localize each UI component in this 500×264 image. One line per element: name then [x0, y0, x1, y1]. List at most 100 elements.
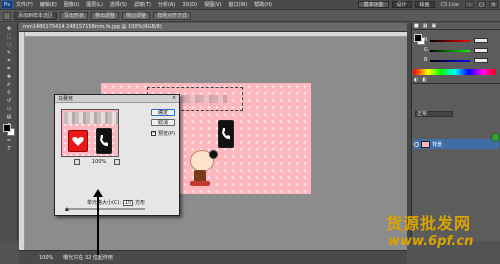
status-bar: 100% 曝光只在 32 位起作用 — [19, 250, 407, 264]
lasso-tool-icon[interactable]: ◌ — [1, 41, 17, 48]
quick-select-tool-icon[interactable]: ✎ — [1, 49, 17, 56]
masks-tab[interactable]: ◧ — [422, 77, 427, 83]
red-label: R — [424, 37, 428, 43]
cell-size-slider-thumb[interactable] — [65, 207, 69, 211]
color-panel-fg-chip[interactable] — [414, 34, 422, 42]
preview-zoom-level: 100% — [92, 159, 107, 165]
history-brush-tool-icon[interactable]: ↺ — [1, 97, 17, 104]
options-bar: 添加到样本选区 写出形状 移出调整 侧边调整 样例对齐方式 — [0, 10, 500, 22]
preview-mosaic-strip — [64, 112, 118, 124]
color-panel-header[interactable]: ■ ▦ ▣ — [412, 23, 500, 30]
tool-preset-icon[interactable] — [3, 11, 11, 20]
red-value-field[interactable] — [474, 38, 488, 43]
adjustments-panel — [412, 84, 500, 100]
dialog-close-button[interactable]: × — [170, 95, 178, 102]
menu-bar: Ps 文件(F) 编辑(E) 图像(I) 图层(L) 选择(S) 滤镜(T) 分… — [0, 0, 500, 10]
preview-checkbox-row[interactable]: 预览(P) — [151, 130, 175, 137]
status-info: 曝光只在 32 位起作用 — [63, 255, 113, 261]
adjustments-tab[interactable]: ◐ — [414, 77, 418, 83]
phone-card-image — [218, 120, 234, 148]
zoom-out-button[interactable] — [74, 159, 80, 165]
gradient-tool-icon[interactable]: ▤ — [1, 113, 17, 120]
option-button-3[interactable]: 侧边调整 — [122, 11, 151, 20]
preview-checkbox-label: 预览(P) — [158, 131, 175, 137]
ok-button[interactable]: 确定 — [151, 109, 175, 116]
cell-size-label: 单元格大小(C): — [87, 200, 122, 206]
close-window-button[interactable]: × — [489, 1, 498, 8]
dialog-title: 马赛克 — [55, 95, 179, 103]
color-spectrum[interactable] — [414, 69, 496, 75]
zoom-in-button[interactable] — [114, 159, 120, 165]
brush-tool-icon[interactable]: ✐ — [1, 81, 17, 88]
cartoon-speech-bubble — [209, 150, 218, 159]
phone-icon — [222, 128, 230, 140]
green-value-field[interactable] — [474, 48, 488, 53]
option-button-1[interactable]: 写出形状 — [60, 11, 89, 20]
cell-size-unit: 方形 — [135, 200, 146, 206]
marquee-tool-icon[interactable]: ⬚ — [1, 33, 17, 40]
workspace-essentials-button[interactable]: 基本功能 — [358, 1, 389, 8]
cell-size-slider[interactable] — [65, 208, 145, 210]
adjustments-panel-header[interactable]: ◐ ◧ — [412, 77, 500, 84]
menu-edit[interactable]: 编辑(E) — [40, 1, 57, 8]
cartoon-character-feet — [190, 181, 210, 186]
cell-size-row: 单元格大小(C): 10 方形 — [87, 199, 145, 206]
status-zoom[interactable]: 100% — [39, 255, 53, 261]
pen-tool-icon[interactable]: ✑ — [1, 137, 17, 144]
menu-layer[interactable]: 图层(L) — [86, 1, 103, 8]
type-tool-icon[interactable]: T — [1, 145, 17, 152]
visibility-eye-icon[interactable] — [414, 141, 419, 147]
menu-help[interactable]: 帮助(H) — [254, 1, 272, 8]
option-button-2[interactable]: 移出调整 — [91, 11, 120, 20]
foreground-color-swatch[interactable] — [3, 124, 11, 132]
blue-slider[interactable] — [430, 60, 470, 62]
option-button-4[interactable]: 样例对齐方式 — [153, 11, 192, 20]
green-label: G — [424, 47, 428, 53]
eraser-tool-icon[interactable]: ▭ — [1, 105, 17, 112]
photoshop-logo: Ps — [1, 0, 13, 9]
blue-label: B — [424, 57, 428, 63]
menu-select[interactable]: 选择(S) — [110, 1, 127, 8]
menu-3d[interactable]: 3D(D) — [182, 2, 197, 8]
eyedropper-tool-icon[interactable]: ✒ — [1, 65, 17, 72]
phone-icon-preview — [100, 135, 108, 147]
move-tool-icon[interactable]: ✥ — [1, 25, 17, 32]
green-slider[interactable] — [430, 50, 470, 52]
filter-preview[interactable] — [61, 109, 119, 157]
red-slider[interactable] — [430, 40, 470, 42]
cancel-button[interactable]: 取消 — [151, 119, 175, 126]
workspace-switcher: 基本功能 设计 绘画 CS Live - □ × — [358, 1, 498, 8]
watermark-url: www.6pf.cn — [388, 234, 474, 249]
watermark-title: 货源批发网 — [386, 214, 472, 233]
phone-card-preview — [96, 128, 112, 154]
crop-tool-icon[interactable]: ⌗ — [1, 57, 17, 64]
layer-name: 背景 — [432, 141, 443, 148]
maximize-button[interactable]: □ — [477, 1, 486, 8]
menu-filter[interactable]: 滤镜(T) — [134, 1, 151, 8]
workspace-painting-button[interactable]: 绘画 — [414, 1, 435, 8]
green-status-icon[interactable] — [491, 133, 500, 142]
blend-mode-select[interactable]: 正常 — [415, 111, 453, 117]
menu-view[interactable]: 视图(V) — [204, 1, 221, 8]
clone-stamp-tool-icon[interactable]: ⚲ — [1, 89, 17, 96]
menu-image[interactable]: 图像(I) — [64, 1, 79, 8]
styles-tab[interactable]: ▣ — [431, 23, 436, 29]
blue-value-field[interactable] — [474, 58, 488, 63]
minimize-button[interactable]: - — [465, 1, 474, 8]
selection-mode-select[interactable]: 添加到样本选区 — [14, 11, 58, 20]
color-tab[interactable]: ■ — [414, 23, 419, 29]
document-tab[interactable]: mm1480175414 248157158mm.fs.jpg @ 100%(R… — [19, 23, 407, 32]
swatches-tab[interactable]: ▦ — [423, 23, 428, 29]
cs-live-button[interactable]: CS Live — [438, 2, 462, 8]
heart-card — [68, 130, 88, 152]
layer-row[interactable]: 背景 — [413, 139, 499, 149]
preview-checkbox[interactable] — [151, 130, 156, 136]
cell-size-input[interactable]: 10 — [123, 199, 134, 206]
healing-tool-icon[interactable]: ✚ — [1, 73, 17, 80]
menu-window[interactable]: 窗口(W) — [228, 1, 247, 8]
annotation-arrow-shaft — [97, 195, 99, 255]
menu-analysis[interactable]: 分析(A) — [158, 1, 175, 8]
workspace-design-button[interactable]: 设计 — [391, 1, 412, 8]
mosaic-filter-dialog: 马赛克 × 100% 确定 取消 预览(P) 单元格大小(C): 10 方形 — [54, 94, 180, 216]
menu-file[interactable]: 文件(F) — [16, 1, 33, 8]
